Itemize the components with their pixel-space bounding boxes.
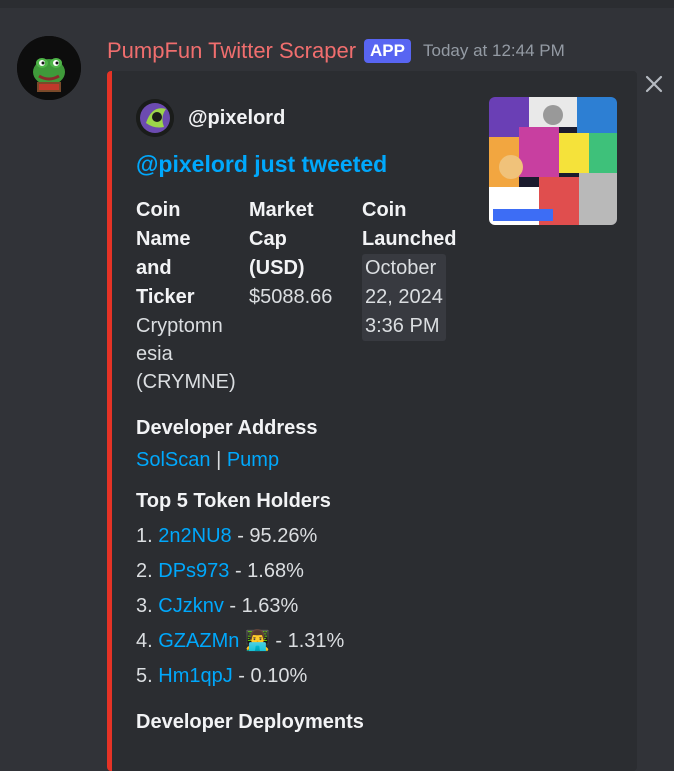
field-coin-name-value: Cryptomn esia (CRYMNE) [136, 312, 241, 396]
frog-avatar-icon [17, 36, 81, 100]
value-line: (CRYMNE) [136, 371, 236, 393]
field-coin-name-label: Coin Name and Ticker [136, 196, 241, 312]
holder-percent: - 0.10% [238, 665, 308, 687]
app-badge: APP [364, 39, 411, 63]
holder-item: 3. CJzknv - 1.63% [136, 589, 344, 624]
label-line: Market [249, 199, 314, 221]
holder-address-link[interactable]: 2n2NU8 [158, 525, 231, 547]
close-icon[interactable] [643, 73, 665, 95]
embed-author: @pixelord [136, 99, 285, 137]
field-coin-launched-value[interactable]: October 22, 2024 3:36 PM [362, 254, 482, 341]
holder-percent: - 1.31% [275, 630, 345, 652]
field-market-cap-label: Market Cap (USD) [249, 196, 354, 283]
field-developer-address: Developer Address SolScan | Pump [136, 414, 318, 475]
holder-percent: - 1.63% [229, 595, 299, 617]
link-separator: | [216, 449, 222, 471]
field-coin-name: Coin Name and Ticker Cryptomn esia (CRYM… [136, 196, 241, 396]
holder-percent: - 1.68% [234, 560, 304, 582]
holder-rank: 3. [136, 595, 153, 617]
value-line: esia [136, 343, 173, 365]
holder-address-link[interactable]: DPs973 [158, 560, 229, 582]
pump-link[interactable]: Pump [227, 449, 279, 471]
label-line: Ticker [136, 286, 195, 308]
holder-address-link[interactable]: CJzknv [158, 595, 224, 617]
embed-thumbnail[interactable] [489, 97, 617, 225]
message-header: PumpFun Twitter Scraper APP Today at 12:… [107, 36, 565, 66]
holder-item: 4. GZAZMn 👨‍💻 - 1.31% [136, 624, 344, 659]
label-line: and [136, 257, 172, 279]
holder-rank: 4. [136, 630, 153, 652]
label-line: Cap [249, 228, 287, 250]
label-line: Coin [136, 199, 181, 221]
collage-image [489, 97, 617, 225]
bot-username[interactable]: PumpFun Twitter Scraper [107, 38, 356, 64]
field-coin-launched: Coin Launched October 22, 2024 3:36 PM [362, 196, 482, 341]
holder-item: 2. DPs973 - 1.68% [136, 554, 344, 589]
value-line: 3:36 PM [365, 315, 440, 337]
label-line: Name [136, 228, 191, 250]
tweet-embed: @pixelord @pixelord just tweeted Coin Na… [107, 71, 637, 771]
top-divider [0, 0, 674, 8]
holder-item: 5. Hm1qpJ - 0.10% [136, 659, 344, 694]
label-line: Launched [362, 228, 457, 250]
field-developer-deployments: Developer Deployments [136, 708, 364, 737]
holder-item: 1. 2n2NU8 - 95.26% [136, 519, 344, 554]
value-line: 22, 2024 [365, 286, 443, 308]
holder-address-link[interactable]: Hm1qpJ [158, 665, 232, 687]
developer-emoji-icon: 👨‍💻 [244, 630, 270, 652]
field-top-holders: Top 5 Token Holders 1. 2n2NU8 - 95.26% 2… [136, 487, 344, 694]
embed-author-name[interactable]: @pixelord [188, 107, 285, 130]
field-market-cap: Market Cap (USD) $5088.66 [249, 196, 354, 312]
holder-rank: 1. [136, 525, 153, 547]
embed-title-link[interactable]: @pixelord just tweeted [136, 151, 387, 178]
value-line: October [365, 257, 437, 279]
label-line: (USD) [249, 257, 305, 279]
holder-rank: 5. [136, 665, 153, 687]
field-coin-launched-label: Coin Launched [362, 196, 482, 254]
launch-timestamp[interactable]: October 22, 2024 3:36 PM [362, 254, 446, 341]
holder-percent: - 95.26% [237, 525, 318, 547]
holder-address-link[interactable]: GZAZMn [158, 630, 239, 652]
author-avatar[interactable] [136, 99, 174, 137]
field-developer-address-value: SolScan | Pump [136, 446, 318, 475]
field-market-cap-value: $5088.66 [249, 286, 333, 308]
bot-avatar[interactable] [17, 36, 81, 100]
author-avatar-icon [136, 99, 174, 137]
message-timestamp[interactable]: Today at 12:44 PM [423, 41, 565, 61]
label-line: Coin [362, 199, 407, 221]
value-line: Cryptomn [136, 315, 223, 337]
field-top-holders-label: Top 5 Token Holders [136, 490, 331, 512]
holder-rank: 2. [136, 560, 153, 582]
field-developer-deployments-label: Developer Deployments [136, 711, 364, 733]
solscan-link[interactable]: SolScan [136, 449, 211, 471]
field-developer-address-label: Developer Address [136, 417, 318, 439]
